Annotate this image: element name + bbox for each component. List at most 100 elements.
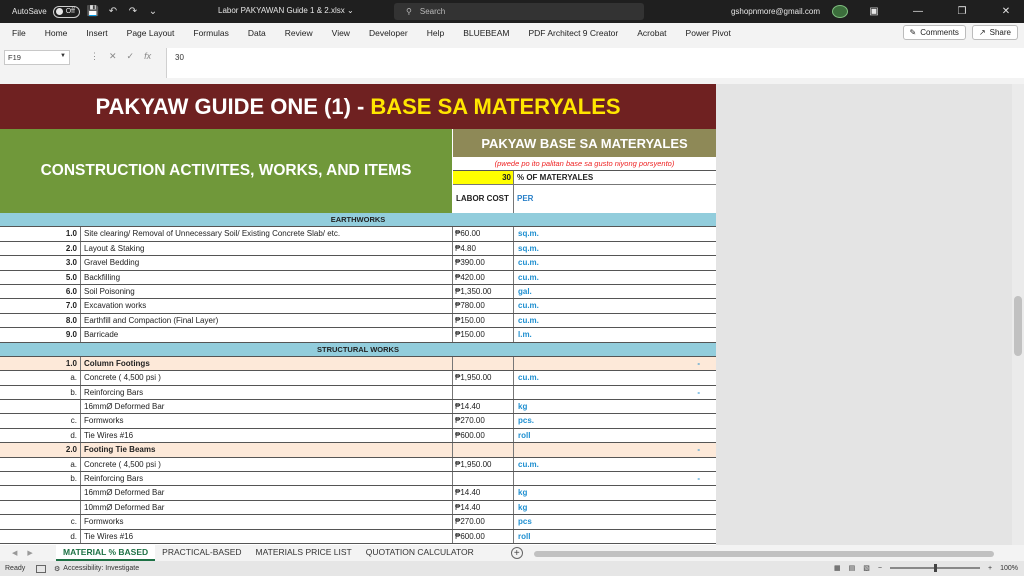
page-layout-view-icon[interactable]: ▤ [849, 564, 856, 572]
tab-prev-icon[interactable]: ◀ [12, 549, 17, 557]
autosave-toggle[interactable]: Off [52, 5, 80, 18]
item-description[interactable]: Reinforcing Bars [81, 472, 453, 486]
normal-view-icon[interactable]: ▦ [834, 564, 841, 572]
percent-note[interactable]: (pwede po ito palitan base sa gusto niyo… [453, 157, 716, 171]
menu-item-formulas[interactable]: Formulas [182, 28, 236, 38]
table-row[interactable]: c. Formworks ₱270.00 pcs. [0, 414, 716, 429]
unit-cell[interactable]: roll [514, 530, 716, 543]
unit-cell[interactable]: gal. [514, 285, 716, 298]
item-description[interactable]: Earthfill and Compaction (Final Layer) [81, 313, 453, 328]
labor-cost-cell[interactable] [453, 472, 514, 486]
section-header-row[interactable]: EARTHWORKS [0, 213, 716, 228]
table-row[interactable]: 7.0 Excavation works ₱780.00 cu.m. [0, 299, 716, 314]
per-header[interactable]: PER [514, 185, 716, 213]
table-row[interactable]: 8.0 Earthfill and Compaction (Final Layer… [0, 313, 716, 329]
percent-input-cell[interactable]: 30 [453, 171, 514, 185]
unit-cell[interactable]: kg [514, 501, 716, 514]
item-description[interactable]: Footing Tie Beams [81, 443, 453, 457]
labor-cost-cell[interactable] [453, 385, 514, 400]
item-number[interactable]: d. [0, 428, 81, 443]
menu-item-file[interactable]: File [0, 28, 34, 38]
accessibility-status[interactable]: ⚙ Accessibility: Investigate [54, 565, 139, 573]
item-number[interactable]: 2.0 [0, 443, 81, 457]
table-row[interactable]: 1.0 Site clearing/ Removal of Unnecessary… [0, 227, 716, 242]
share-button[interactable]: ↗ Share [971, 25, 1018, 40]
table-row[interactable]: 10mmØ Deformed Bar ₱14.40 kg [0, 500, 716, 516]
vertical-scrollbar[interactable] [1012, 84, 1024, 545]
labor-cost-cell[interactable]: ₱600.00 [453, 428, 514, 443]
labor-cost-cell[interactable]: ₱270.00 [453, 414, 514, 428]
table-row[interactable]: 5.0 Backfilling ₱420.00 cu.m. [0, 270, 716, 285]
table-row[interactable]: b. Reinforcing Bars - [0, 385, 716, 401]
item-description[interactable]: Layout & Staking [81, 241, 453, 256]
section-header-row[interactable]: STRUCTURAL WORKS [0, 342, 716, 357]
table-row[interactable]: b. Reinforcing Bars - [0, 472, 716, 487]
item-description[interactable]: Formworks [81, 414, 453, 428]
item-number[interactable]: b. [0, 385, 81, 400]
zoom-out-icon[interactable]: − [878, 565, 882, 572]
tab-next-icon[interactable]: ▶ [27, 549, 32, 557]
more-icon[interactable]: ⋮ [90, 51, 99, 62]
item-description[interactable]: Formworks [81, 515, 453, 529]
unit-cell[interactable]: sq.m. [514, 242, 716, 255]
subgroup-row[interactable]: 2.0 Footing Tie Beams - [0, 443, 716, 458]
menu-item-review[interactable]: Review [274, 28, 321, 38]
search-box[interactable]: ⚲ Search [394, 3, 644, 20]
sheet-tab-practical-based[interactable]: PRACTICAL-BASED [155, 545, 248, 561]
unit-cell[interactable]: kg [514, 400, 716, 413]
comments-button[interactable]: ✎ Comments [902, 25, 966, 40]
add-sheet-icon[interactable]: + [510, 547, 523, 559]
item-description[interactable]: Reinforcing Bars [81, 385, 453, 400]
menu-item-help[interactable]: Help [416, 28, 452, 38]
table-row[interactable]: 6.0 Soil Poisoning ₱1,350.00 gal. [0, 284, 716, 300]
unit-cell[interactable]: cu.m. [514, 314, 716, 327]
activities-header[interactable]: CONSTRUCTION ACTIVITES, WORKS, AND ITEMS [0, 129, 453, 213]
item-number[interactable] [0, 400, 81, 414]
name-box[interactable]: F19 ▼ [4, 50, 70, 65]
insert-function-icon[interactable]: fx [144, 51, 151, 62]
document-title[interactable]: Labor PAKYAWAN Guide 1 & 2.xlsx ⌄ [218, 6, 354, 15]
table-row[interactable]: 9.0 Barricade ₱150.00 l.m. [0, 328, 716, 343]
item-number[interactable]: 9.0 [0, 328, 81, 342]
item-number[interactable]: 1.0 [0, 356, 81, 371]
item-description[interactable]: 16mmØ Deformed Bar [81, 486, 453, 500]
scroll-thumb[interactable] [1014, 296, 1022, 356]
item-description[interactable]: Column Footings [81, 356, 453, 371]
item-number[interactable]: 6.0 [0, 284, 81, 299]
labor-cost-cell[interactable]: ₱390.00 [453, 256, 514, 270]
avatar[interactable] [832, 5, 848, 18]
percent-label[interactable]: % OF MATERYALES [514, 171, 716, 185]
ribbon-display-icon[interactable]: ▣ [856, 0, 892, 23]
subgroup-row[interactable]: 1.0 Column Footings - [0, 356, 716, 372]
labor-cost-cell[interactable] [453, 356, 514, 371]
item-number[interactable]: 3.0 [0, 256, 81, 270]
sheet-banner[interactable]: PAKYAW GUIDE ONE (1) - BASE SA MATERYALE… [0, 84, 716, 129]
item-number[interactable]: 8.0 [0, 313, 81, 328]
page-break-view-icon[interactable]: ▧ [863, 564, 870, 572]
item-description[interactable]: 16mmØ Deformed Bar [81, 400, 453, 414]
labor-cost-cell[interactable]: ₱420.00 [453, 270, 514, 284]
item-number[interactable]: 7.0 [0, 299, 81, 313]
table-row[interactable]: a. Concrete ( 4,500 psi ) ₱1,950.00 cu.m. [0, 371, 716, 386]
zoom-level[interactable]: 100% [1000, 565, 1018, 572]
unit-cell[interactable]: cu.m. [514, 458, 716, 471]
item-number[interactable]: b. [0, 472, 81, 486]
unit-cell[interactable]: cu.m. [514, 299, 716, 312]
table-row[interactable]: 16mmØ Deformed Bar ₱14.40 kg [0, 486, 716, 501]
user-email[interactable]: gshopnmore@gmail.com [731, 7, 820, 16]
menu-item-acrobat[interactable]: Acrobat [626, 28, 674, 38]
table-row[interactable]: 16mmØ Deformed Bar ₱14.40 kg [0, 400, 716, 415]
unit-cell[interactable]: pcs [514, 515, 716, 528]
labor-cost-header[interactable]: LABOR COST [453, 185, 514, 213]
item-description[interactable]: 10mmØ Deformed Bar [81, 500, 453, 515]
menu-item-bluebeam[interactable]: BLUEBEAM [452, 28, 517, 38]
menu-item-home[interactable]: Home [34, 28, 76, 38]
unit-cell[interactable]: - [514, 472, 716, 485]
item-description[interactable]: Tie Wires #16 [81, 428, 453, 443]
menu-item-developer[interactable]: Developer [358, 28, 416, 38]
item-description[interactable]: Tie Wires #16 [81, 529, 453, 543]
zoom-slider-knob[interactable] [934, 564, 937, 572]
table-row[interactable]: 2.0 Layout & Staking ₱4.80 sq.m. [0, 241, 716, 257]
macro-record-icon[interactable] [36, 564, 46, 573]
unit-cell[interactable]: - [514, 443, 716, 456]
